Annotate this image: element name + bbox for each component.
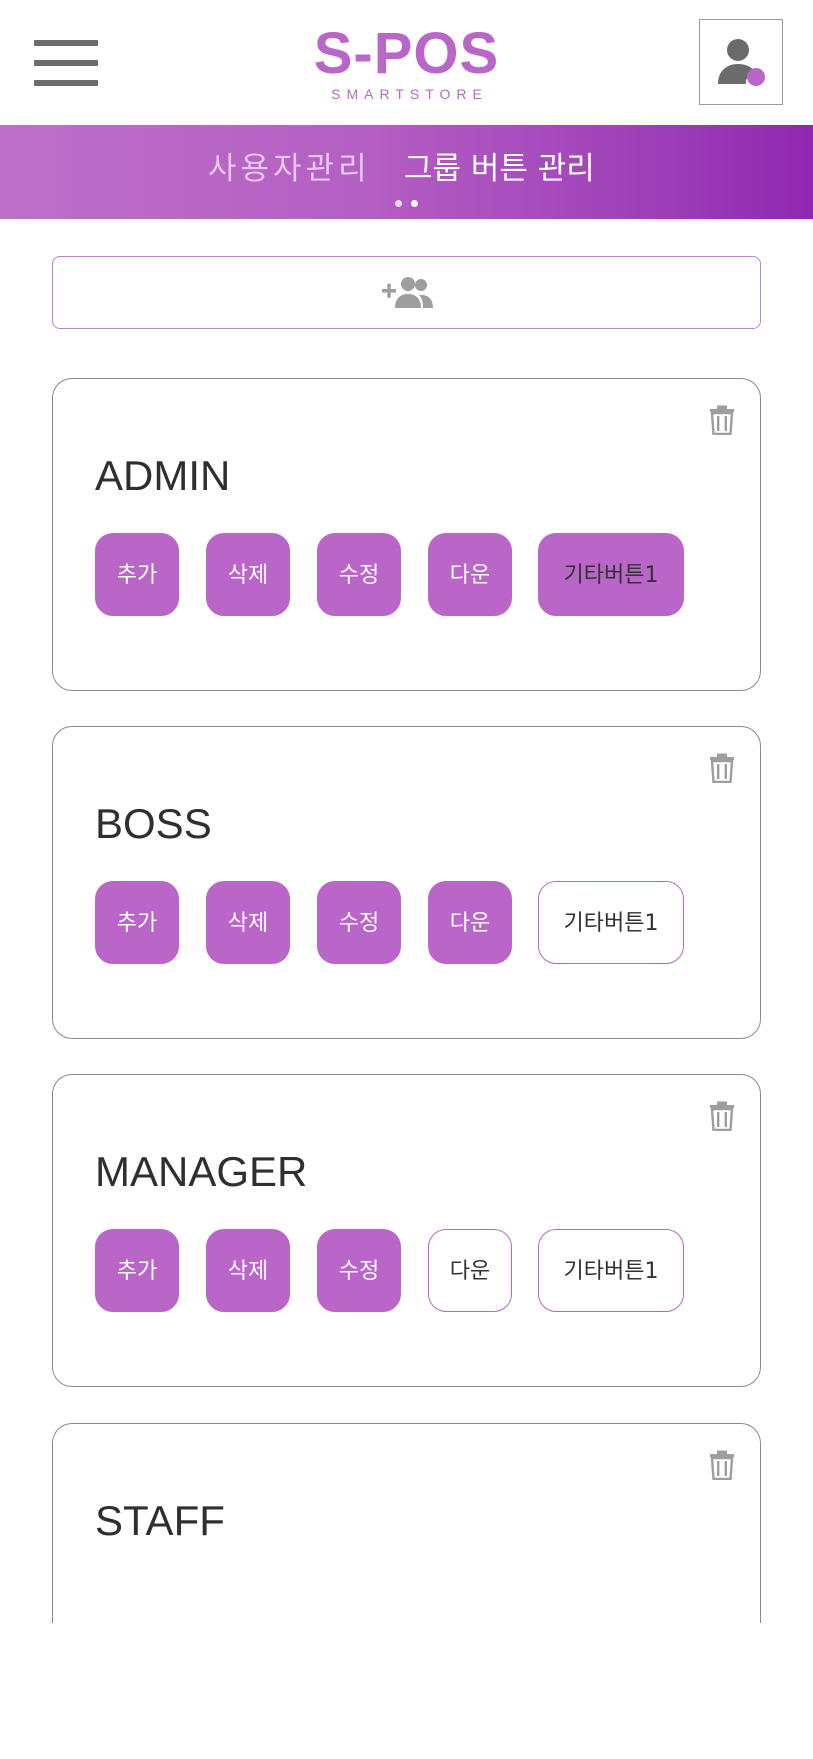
permission-toggle-add[interactable]: 추가 — [95, 1229, 179, 1312]
trash-icon[interactable] — [709, 405, 735, 435]
group-card-manager: MANAGER 추가 삭제 수정 다운 기타버튼1 — [52, 1074, 761, 1387]
permission-toggle-other-1[interactable]: 기타버튼1 — [538, 1229, 684, 1312]
app-logo: S-POS SMARTSTORE — [300, 24, 513, 104]
user-icon — [718, 39, 765, 86]
tab-user-management[interactable]: 사용자관리 — [208, 149, 371, 189]
permission-toggle-edit[interactable]: 수정 — [317, 1229, 401, 1312]
permission-toggle-download[interactable]: 다운 — [428, 533, 512, 616]
profile-button[interactable] — [699, 19, 783, 105]
trash-icon[interactable] — [709, 1450, 735, 1480]
logo-main-text: S-POS — [313, 21, 500, 86]
add-group-button[interactable] — [52, 256, 761, 329]
group-name: MANAGER — [95, 1148, 308, 1195]
group-card-boss: BOSS 추가 삭제 수정 다운 기타버튼1 — [52, 726, 761, 1039]
page-dot-2 — [411, 200, 418, 207]
group-name: STAFF — [95, 1497, 225, 1544]
trash-icon[interactable] — [709, 1101, 735, 1131]
permission-toggle-add[interactable]: 추가 — [95, 881, 179, 964]
permission-toggle-edit[interactable]: 수정 — [317, 533, 401, 616]
group-card-admin: ADMIN 추가 삭제 수정 다운 기타버튼1 — [52, 378, 761, 691]
permission-toggle-delete[interactable]: 삭제 — [206, 533, 290, 616]
group-card-staff: STAFF — [52, 1423, 761, 1623]
permission-toggle-other-1[interactable]: 기타버튼1 — [538, 533, 684, 616]
permission-toggle-download[interactable]: 다운 — [428, 881, 512, 964]
trash-icon[interactable] — [709, 753, 735, 783]
hamburger-menu-icon[interactable] — [34, 40, 98, 86]
permission-toggle-download[interactable]: 다운 — [428, 1229, 512, 1312]
permission-toggle-edit[interactable]: 수정 — [317, 881, 401, 964]
group-name: ADMIN — [95, 452, 231, 499]
group-name: BOSS — [95, 800, 212, 847]
app-header: S-POS SMARTSTORE — [0, 0, 813, 125]
tab-group-button-management[interactable]: 그룹 버튼 관리 — [404, 149, 595, 189]
permission-toggle-other-1[interactable]: 기타버튼1 — [538, 881, 684, 964]
page-indicator — [395, 200, 419, 208]
permission-toggle-delete[interactable]: 삭제 — [206, 1229, 290, 1312]
tab-bar: 사용자관리 그룹 버튼 관리 — [0, 125, 813, 219]
logo-sub-text: SMARTSTORE — [331, 86, 488, 102]
permission-toggle-delete[interactable]: 삭제 — [206, 881, 290, 964]
add-group-icon — [382, 277, 433, 308]
page-dot-1 — [395, 200, 402, 207]
permission-toggle-add[interactable]: 추가 — [95, 533, 179, 616]
